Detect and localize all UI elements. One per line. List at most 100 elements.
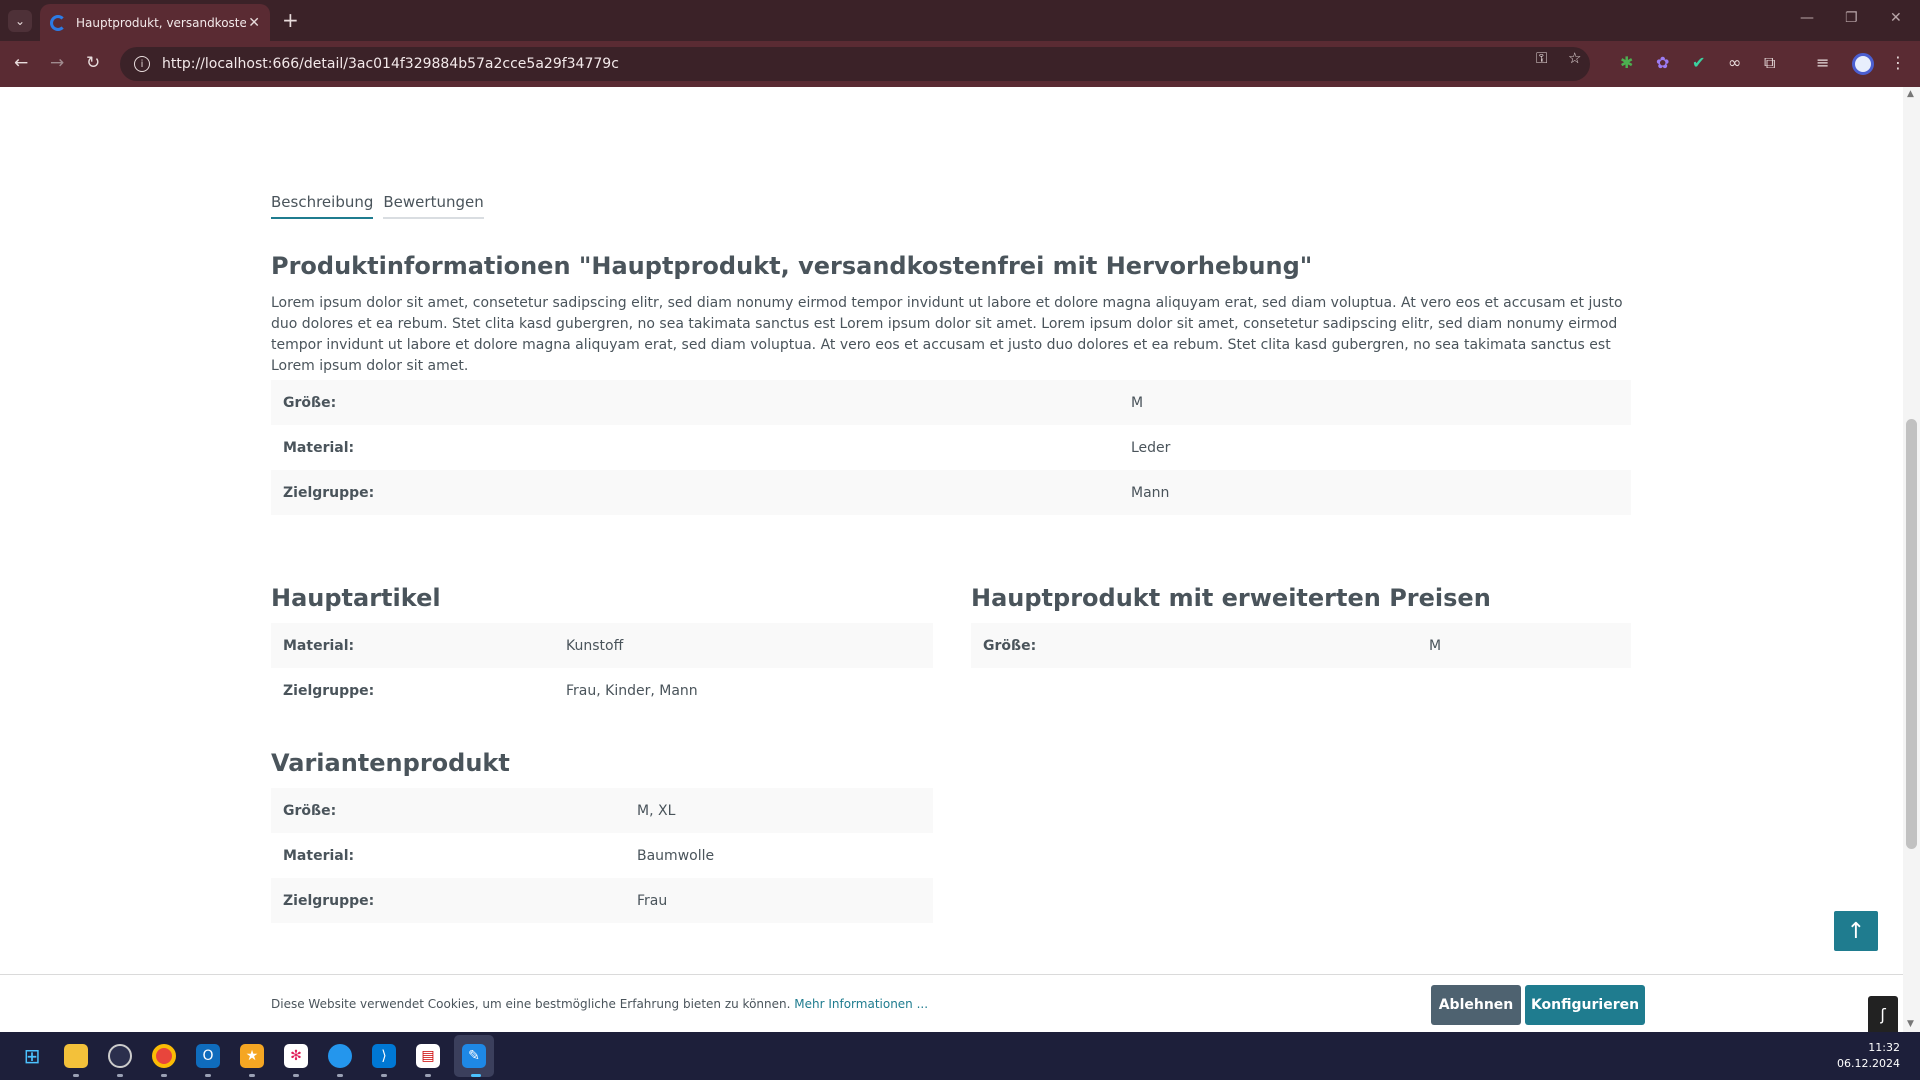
- table-row: Material: Kunstoff: [271, 623, 933, 668]
- symfony-toolbar-icon[interactable]: ʃ: [1868, 996, 1898, 1032]
- tab-title: Hauptprodukt, versandkostenfrei mit Herv…: [76, 15, 246, 30]
- variantenprodukt-heading: Variantenprodukt: [271, 749, 510, 777]
- running-indicator: [73, 1074, 79, 1077]
- running-indicator: [293, 1074, 299, 1077]
- clock-time: 11:32: [1868, 1041, 1900, 1054]
- minimize-icon[interactable]: —: [1800, 10, 1814, 26]
- tab-beschreibung[interactable]: Beschreibung: [271, 193, 374, 219]
- hauptartikel-heading: Hauptartikel: [271, 584, 441, 612]
- property-value: Mann: [1119, 470, 1631, 515]
- property-value: M: [1417, 623, 1631, 668]
- back-icon[interactable]: ←: [14, 53, 28, 73]
- running-indicator: [117, 1074, 123, 1077]
- clock-date: 06.12.2024: [1837, 1057, 1900, 1070]
- slack-icon[interactable]: ✻: [284, 1044, 308, 1068]
- product-description: Lorem ipsum dolor sit amet, consetetur s…: [271, 295, 1623, 374]
- scroll-to-top-button[interactable]: ↑: [1834, 911, 1878, 951]
- forward-icon[interactable]: →: [50, 53, 64, 73]
- star-app-icon[interactable]: ★: [240, 1044, 264, 1068]
- system-clock[interactable]: 11:32 06.12.2024: [1830, 1040, 1900, 1072]
- browser-tab[interactable]: Hauptprodukt, versandkostenfrei mit Herv…: [40, 4, 270, 41]
- hauptartikel-table: Material: Kunstoff Zielgruppe: Frau, Kin…: [271, 623, 933, 713]
- table-row: Zielgruppe: Mann: [271, 470, 1631, 515]
- table-row: Zielgruppe: Frau, Kinder, Mann: [271, 668, 933, 713]
- password-key-icon[interactable]: ⚿: [1536, 49, 1547, 67]
- running-indicator: [205, 1074, 211, 1077]
- property-value: M: [1119, 380, 1631, 425]
- property-key: Zielgruppe:: [271, 878, 625, 923]
- scrollbar-thumb[interactable]: [1906, 419, 1917, 849]
- property-key: Material:: [283, 847, 355, 864]
- table-row: Material: Leder: [271, 425, 1631, 470]
- tab-search-icon[interactable]: ⌄: [8, 10, 32, 32]
- cookie-more-info-link[interactable]: Mehr Informationen ...: [794, 997, 928, 1011]
- product-tabs: Beschreibung Bewertungen: [271, 193, 484, 219]
- product-properties-table: Größe: M Material: Leder Zielgruppe: Man…: [271, 380, 1631, 515]
- restore-icon[interactable]: ❐: [1845, 10, 1858, 26]
- variantenprodukt-table: Größe: M, XL Material: Baumwolle Zielgru…: [271, 788, 933, 923]
- reload-icon[interactable]: ↻: [86, 53, 100, 73]
- vscode-icon[interactable]: ⟩: [372, 1044, 396, 1068]
- address-bar[interactable]: i http://localhost:666/detail/3ac014f329…: [120, 47, 1590, 81]
- table-row: Größe: M: [271, 380, 1631, 425]
- decline-cookies-button[interactable]: Ablehnen: [1431, 985, 1521, 1025]
- configure-cookies-button[interactable]: Konfigurieren: [1525, 985, 1645, 1025]
- table-row: Größe: M, XL: [271, 788, 933, 833]
- property-value: M, XL: [625, 788, 933, 833]
- extension-flower-icon[interactable]: ✿: [1656, 53, 1669, 72]
- property-key: Größe:: [271, 380, 1119, 425]
- running-indicator: [471, 1074, 481, 1077]
- property-value: Baumwolle: [637, 847, 715, 864]
- product-info-heading: Produktinformationen "Hauptprodukt, vers…: [271, 252, 1313, 280]
- docker-icon[interactable]: [328, 1044, 352, 1068]
- property-key: Zielgruppe:: [283, 682, 375, 699]
- site-info-icon[interactable]: i: [134, 56, 150, 72]
- running-indicator: [249, 1074, 255, 1077]
- profile-avatar[interactable]: [1852, 53, 1874, 75]
- outlook-icon[interactable]: O: [196, 1044, 220, 1068]
- browser-toolbar: ← → ↻ i http://localhost:666/detail/3ac0…: [0, 41, 1920, 87]
- table-row: Zielgruppe: Frau: [271, 878, 933, 923]
- close-window-icon[interactable]: ✕: [1890, 10, 1902, 26]
- extensions-puzzle-icon[interactable]: ⧉: [1764, 53, 1775, 73]
- property-value: Leder: [1131, 439, 1171, 456]
- table-row: Größe: M: [971, 623, 1631, 668]
- cookie-banner: Diese Website verwendet Cookies, um eine…: [0, 974, 1903, 1032]
- property-value: Frau: [625, 878, 933, 923]
- scroll-down-icon[interactable]: ▼: [1907, 1019, 1914, 1029]
- running-indicator: [161, 1074, 167, 1077]
- close-tab-icon[interactable]: ✕: [248, 15, 260, 31]
- cookie-text-line: Diese Website verwendet Cookies, um eine…: [271, 997, 928, 1011]
- property-key: Material:: [271, 623, 554, 668]
- file-explorer-icon[interactable]: [64, 1044, 88, 1068]
- chrome-icon[interactable]: [152, 1044, 176, 1068]
- paint-app-icon[interactable]: ✎: [462, 1044, 486, 1068]
- address-url[interactable]: http://localhost:666/detail/3ac014f32988…: [162, 56, 619, 72]
- browser-menu-icon[interactable]: ⋮: [1890, 53, 1906, 72]
- running-indicator: [425, 1074, 431, 1077]
- page-content: Beschreibung Bewertungen Produktinformat…: [0, 87, 1903, 1032]
- table-row: Material: Baumwolle: [271, 833, 933, 878]
- scroll-up-icon[interactable]: ▲: [1907, 89, 1914, 99]
- property-value: Kunstoff: [554, 623, 933, 668]
- password-manager-icon[interactable]: [108, 1044, 132, 1068]
- property-key: Größe:: [271, 788, 625, 833]
- cookie-text: Diese Website verwendet Cookies, um eine…: [271, 997, 791, 1011]
- property-key: Größe:: [971, 623, 1417, 668]
- extension-check-icon[interactable]: ✔: [1692, 53, 1705, 72]
- erweiterte-preise-table: Größe: M: [971, 623, 1631, 668]
- property-key: Zielgruppe:: [271, 470, 1119, 515]
- property-key: Material:: [283, 439, 355, 456]
- page-scrollbar[interactable]: ▲ ▼: [1903, 87, 1920, 1032]
- bookmark-star-icon[interactable]: ☆: [1568, 49, 1581, 67]
- extension-gear-icon[interactable]: ✱: [1620, 53, 1633, 72]
- arrow-up-icon: ↑: [1846, 918, 1866, 944]
- new-tab-icon[interactable]: +: [282, 8, 299, 32]
- windows-start-icon[interactable]: ⊞: [20, 1044, 44, 1068]
- reading-list-icon[interactable]: ≡: [1816, 53, 1829, 72]
- tab-bewertungen[interactable]: Bewertungen: [383, 193, 484, 219]
- pdf-app-icon[interactable]: ▤: [416, 1044, 440, 1068]
- running-indicator: [337, 1074, 343, 1077]
- extension-glasses-icon[interactable]: ∞: [1728, 53, 1741, 72]
- browser-tab-strip: ⌄ Hauptprodukt, versandkostenfrei mit He…: [0, 0, 1920, 41]
